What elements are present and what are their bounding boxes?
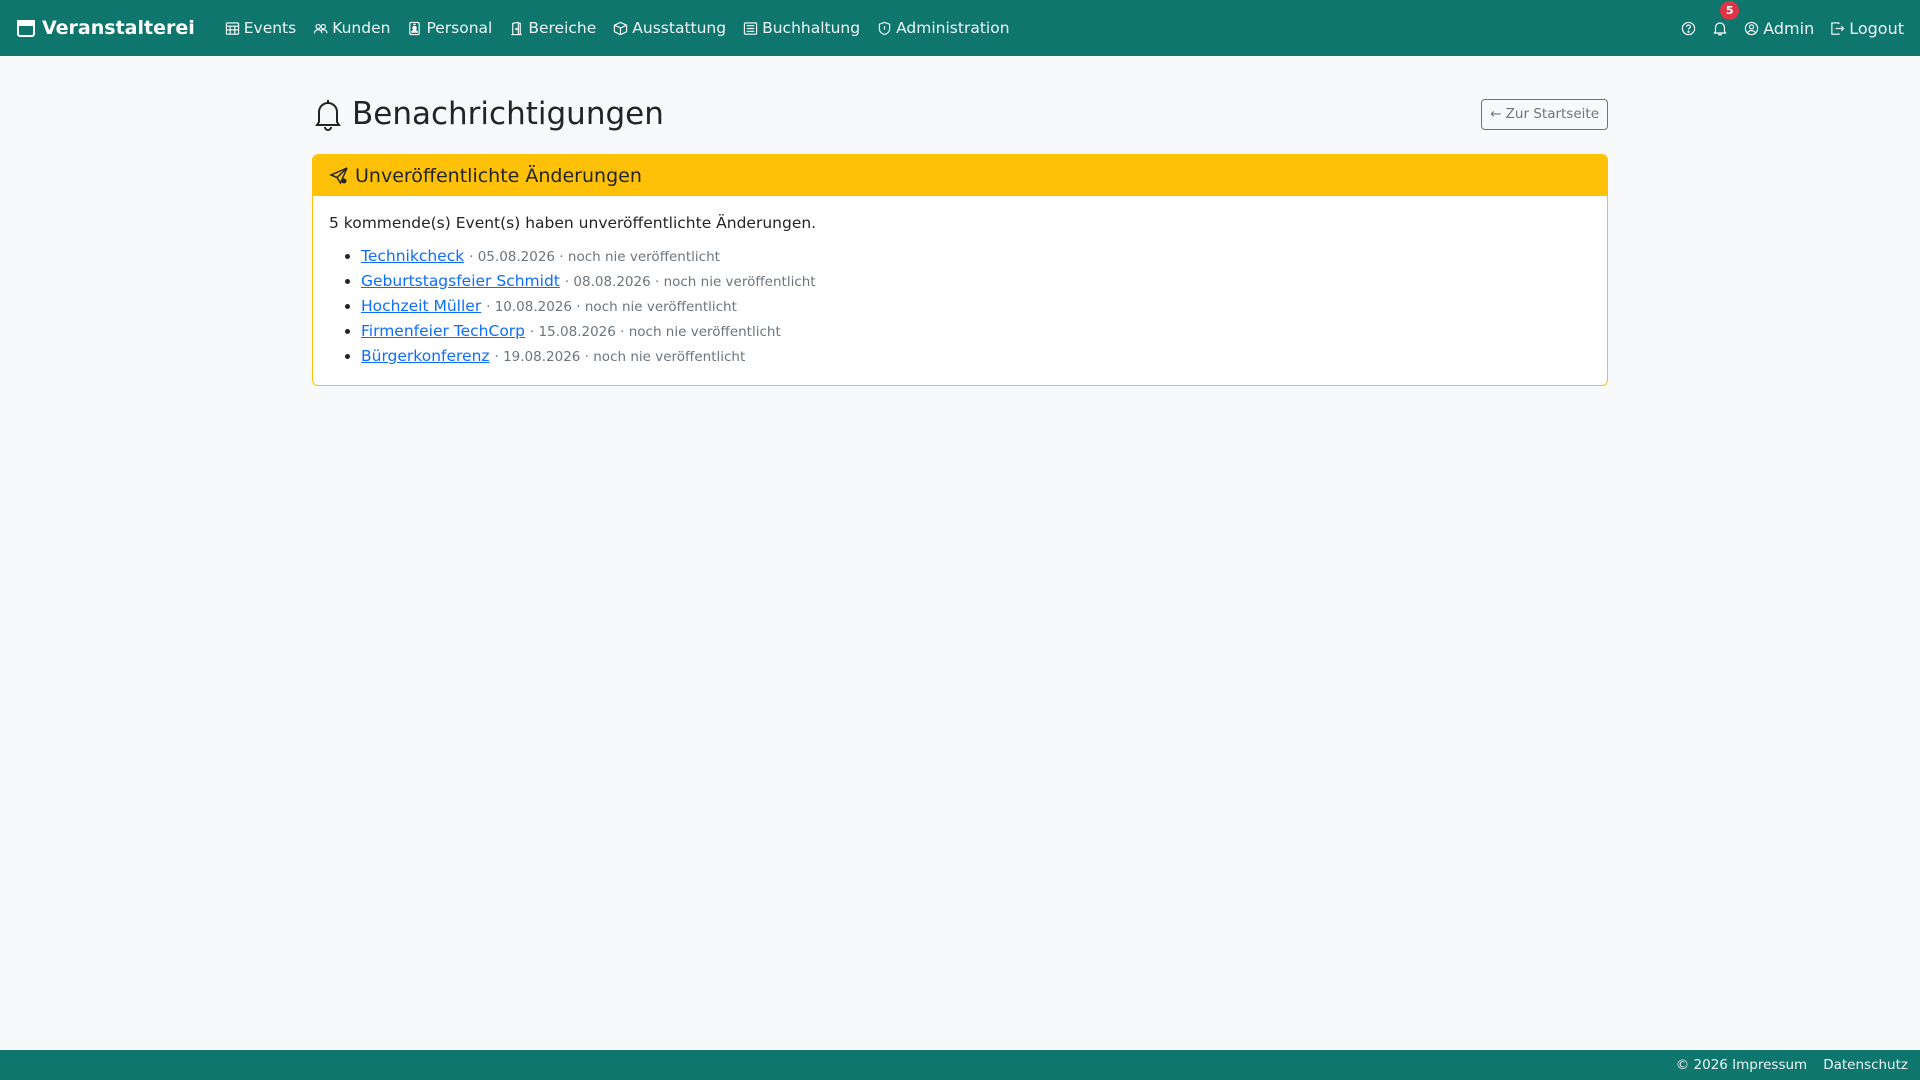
back-to-start-label: ← Zur Startseite — [1490, 106, 1599, 122]
notifications-button[interactable]: 5 — [1712, 1, 1740, 36]
event-link-geburtstagsfeier[interactable]: Geburtstagsfeier Schmidt — [361, 272, 560, 290]
event-meta: · 05.08.2026 · noch nie veröffentlicht — [469, 249, 720, 265]
user-name: Admin — [1763, 18, 1815, 38]
nav-ausstattung[interactable]: Ausstattung — [613, 19, 726, 37]
nav-bereiche[interactable]: Bereiche — [509, 19, 596, 37]
nav-events[interactable]: Events — [225, 19, 296, 37]
nav-personal[interactable]: Personal — [407, 19, 492, 37]
logout-link[interactable]: Logout — [1830, 19, 1904, 38]
nav-kunden-label: Kunden — [332, 19, 391, 37]
page-footer: © 2026 Impressum Datenschutz — [0, 1050, 1920, 1080]
card-body: 5 kommende(s) Event(s) haben unveröffent… — [313, 196, 1607, 385]
bell-icon — [1713, 22, 1727, 36]
notification-count-badge: 5 — [1720, 1, 1740, 20]
nav-bereiche-label: Bereiche — [528, 19, 597, 37]
shield-icon — [878, 21, 891, 35]
unpublished-changes-card: Unveröffentlichte Änderungen 5 kommende(… — [312, 154, 1608, 386]
bell-icon — [315, 100, 341, 131]
card-header: Unveröffentlichte Änderungen — [313, 155, 1607, 196]
nav-administration-label: Administration — [896, 19, 1010, 37]
nav-administration[interactable]: Administration — [877, 19, 1010, 37]
list-item: Firmenfeier TechCorp · 15.08.2026 · noch… — [361, 319, 1591, 344]
datenschutz-link[interactable]: Datenschutz — [1823, 1057, 1908, 1073]
list-item: Bürgerkonferenz · 19.08.2026 · noch nie … — [361, 344, 1591, 369]
people-icon — [314, 23, 328, 33]
card-header-title: Unveröffentlichte Änderungen — [355, 164, 642, 187]
nav-buchhaltung[interactable]: Buchhaltung — [743, 19, 860, 37]
event-link-hochzeit[interactable]: Hochzeit Müller — [361, 297, 481, 315]
event-meta: · 19.08.2026 · noch nie veröffentlicht — [494, 349, 746, 365]
list-item: Hochzeit Müller · 10.08.2026 · noch nie … — [361, 294, 1591, 319]
question-circle-icon — [1682, 21, 1696, 35]
help-button[interactable] — [1681, 21, 1696, 36]
event-meta: · 08.08.2026 · noch nie veröffentlicht — [564, 274, 816, 290]
logout-label: Logout — [1849, 18, 1904, 38]
page-title-text: Benachrichtigungen — [352, 96, 664, 132]
event-link-firmenfeier[interactable]: Firmenfeier TechCorp — [361, 322, 525, 340]
top-navbar: Veranstalterei Events Kunden Personal Be… — [0, 0, 1920, 56]
nav-buchhaltung-label: Buchhaltung — [762, 19, 861, 37]
event-list: Technikcheck · 05.08.2026 · noch nie ver… — [329, 244, 1591, 369]
event-link-technikcheck[interactable]: Technikcheck — [361, 247, 464, 265]
page-header: Benachrichtigungen ← Zur Startseite — [312, 96, 1608, 132]
ledger-icon — [743, 21, 758, 35]
brand-name: Veranstalterei — [42, 17, 195, 39]
nav-ausstattung-label: Ausstattung — [632, 19, 727, 37]
impressum-link[interactable]: © 2026 Impressum — [1676, 1057, 1807, 1073]
nav-personal-label: Personal — [426, 19, 493, 37]
event-link-buergerkonferenz[interactable]: Bürgerkonferenz — [361, 347, 490, 365]
calendar-icon — [17, 20, 35, 37]
page-title: Benachrichtigungen — [312, 96, 664, 132]
event-meta: · 15.08.2026 · noch nie veröffentlicht — [529, 324, 781, 340]
nav-events-label: Events — [243, 19, 297, 37]
list-item: Geburtstagsfeier Schmidt · 08.08.2026 · … — [361, 269, 1591, 294]
brand-link[interactable]: Veranstalterei — [16, 17, 195, 39]
list-item: Technikcheck · 05.08.2026 · noch nie ver… — [361, 244, 1591, 269]
card-intro-text: 5 kommende(s) Event(s) haben unveröffent… — [329, 214, 817, 232]
main-nav: Events Kunden Personal Bereiche Ausstatt… — [225, 19, 1010, 37]
send-icon — [329, 166, 348, 185]
user-nav: 5 Admin Logout — [1681, 1, 1904, 38]
calendar-grid-icon — [225, 21, 239, 35]
logout-icon — [1831, 21, 1845, 35]
back-to-start-button[interactable]: ← Zur Startseite — [1481, 98, 1608, 130]
main-content: Benachrichtigungen ← Zur Startseite Unve… — [312, 56, 1608, 386]
event-meta: · 10.08.2026 · noch nie veröffentlicht — [486, 299, 737, 315]
nav-kunden[interactable]: Kunden — [313, 19, 390, 37]
person-badge-icon — [409, 21, 421, 35]
door-icon — [511, 21, 523, 35]
user-menu[interactable]: Admin — [1744, 19, 1814, 38]
user-circle-icon — [1745, 21, 1759, 35]
box-icon — [614, 21, 628, 35]
